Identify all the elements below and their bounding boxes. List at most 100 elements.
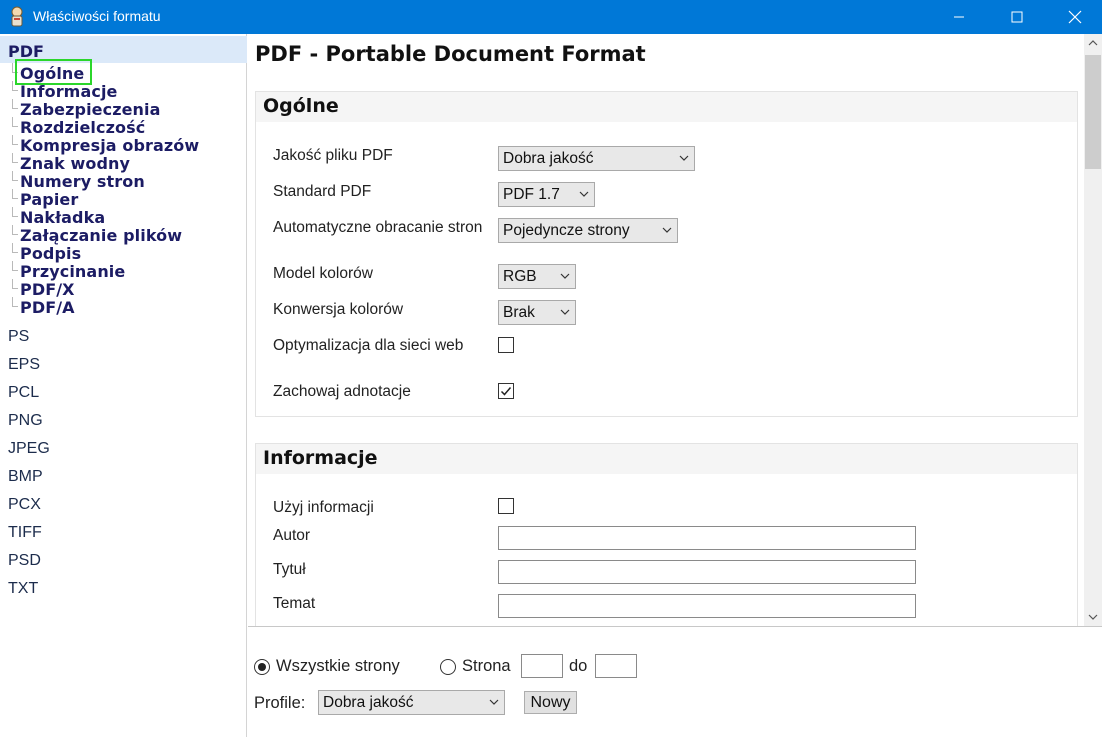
- use-info-checkbox[interactable]: [498, 498, 514, 514]
- chevron-down-icon: [578, 186, 590, 202]
- nav-item-numery-stron[interactable]: Numery stron: [20, 172, 145, 191]
- page-to-input[interactable]: [595, 654, 637, 678]
- settings-panel: PDF - Portable Document Format Ogólne Ja…: [248, 34, 1084, 626]
- format-sidebar: PDF Ogólne Informacje Zabezpieczenia Roz…: [0, 34, 247, 737]
- app-icon: [8, 6, 26, 28]
- chevron-down-icon: [488, 694, 500, 710]
- quality-label: Jakość pliku PDF: [273, 147, 393, 164]
- use-info-label: Użyj informacji: [273, 499, 374, 516]
- nav-item-pdf-a[interactable]: PDF/A: [20, 298, 75, 317]
- tree-connector: [12, 153, 18, 163]
- standard-select[interactable]: PDF 1.7: [498, 182, 595, 207]
- scroll-down-arrow-icon[interactable]: [1084, 608, 1102, 626]
- scrollbar-thumb[interactable]: [1085, 55, 1101, 169]
- author-input[interactable]: [498, 526, 916, 550]
- author-label: Autor: [273, 527, 311, 544]
- tree-connector: [12, 135, 18, 145]
- all-pages-label: Wszystkie strony: [276, 657, 400, 675]
- tree-connector: [12, 99, 18, 109]
- section-general-header: Ogólne: [256, 92, 1077, 122]
- title-bar: Właściwości formatu: [0, 0, 1102, 34]
- window-title: Właściwości formatu: [33, 8, 161, 24]
- tree-connector: [12, 279, 18, 289]
- page-range-panel: Wszystkie strony Strona do Profile: Dobr…: [248, 626, 1102, 737]
- maximize-button[interactable]: [988, 0, 1046, 34]
- nav-item-jpeg[interactable]: JPEG: [8, 440, 50, 458]
- nav-item-podpis[interactable]: Podpis: [20, 244, 81, 263]
- tree-connector: [12, 225, 18, 235]
- nav-item-nakladka[interactable]: Nakładka: [20, 208, 105, 227]
- tree-connector: [12, 207, 18, 217]
- nav-item-png[interactable]: PNG: [8, 412, 43, 430]
- quality-select[interactable]: Dobra jakość: [498, 146, 695, 171]
- color-conversion-value: Brak: [503, 304, 535, 321]
- keep-annotations-checkbox[interactable]: [498, 383, 514, 399]
- page-title: PDF - Portable Document Format: [255, 42, 646, 66]
- all-pages-radio[interactable]: [254, 659, 270, 675]
- web-optimization-label: Optymalizacja dla sieci web: [273, 337, 464, 354]
- color-model-label: Model kolorów: [273, 265, 373, 282]
- nav-item-pcl[interactable]: PCL: [8, 384, 39, 402]
- section-info-header: Informacje: [256, 444, 1077, 474]
- tree-connector: [12, 297, 18, 307]
- nav-item-ps[interactable]: PS: [8, 328, 29, 346]
- profile-label: Profile:: [254, 694, 306, 712]
- nav-item-rozdzielczosc[interactable]: Rozdzielczość: [20, 118, 145, 137]
- chevron-down-icon: [559, 304, 571, 320]
- nav-item-bmp[interactable]: BMP: [8, 468, 43, 486]
- tree-connector: [12, 117, 18, 127]
- section-info-title: Informacje: [263, 447, 378, 469]
- new-profile-button[interactable]: Nowy: [524, 691, 577, 714]
- checkmark-icon: [500, 387, 512, 396]
- tree-connector: [12, 261, 18, 271]
- nav-item-psd[interactable]: PSD: [8, 552, 41, 570]
- standard-value: PDF 1.7: [503, 186, 560, 203]
- color-conversion-label: Konwersja kolorów: [273, 301, 404, 318]
- color-conversion-select[interactable]: Brak: [498, 300, 576, 325]
- subject-label: Temat: [273, 595, 316, 612]
- nav-item-zalaczanie-plikow[interactable]: Załączanie plików: [20, 226, 182, 245]
- profile-value: Dobra jakość: [323, 694, 414, 711]
- radio-selected-dot: [258, 663, 266, 671]
- nav-item-znak-wodny[interactable]: Znak wodny: [20, 154, 130, 173]
- page-label: Strona: [462, 657, 511, 675]
- tree-connector: [12, 243, 18, 253]
- section-general-title: Ogólne: [263, 95, 339, 117]
- color-model-value: RGB: [503, 268, 537, 285]
- chevron-down-icon: [661, 222, 673, 238]
- subject-input[interactable]: [498, 594, 916, 618]
- tree-connector: [12, 171, 18, 181]
- rotate-select[interactable]: Pojedyncze strony: [498, 218, 678, 243]
- nav-item-zabezpieczenia[interactable]: Zabezpieczenia: [20, 100, 161, 119]
- color-model-select[interactable]: RGB: [498, 264, 576, 289]
- web-optimization-checkbox[interactable]: [498, 337, 514, 353]
- to-label: do: [569, 657, 588, 675]
- nav-item-papier[interactable]: Papier: [20, 190, 78, 209]
- close-button[interactable]: [1046, 0, 1102, 34]
- rotate-label: Automatyczne obracanie stron: [273, 219, 483, 236]
- profile-select[interactable]: Dobra jakość: [318, 690, 505, 715]
- vertical-scrollbar[interactable]: [1084, 34, 1102, 626]
- section-info: Informacje Użyj informacji Autor Tytuł T…: [255, 443, 1078, 626]
- minimize-button[interactable]: [930, 0, 988, 34]
- nav-item-pdf-x[interactable]: PDF/X: [20, 280, 75, 299]
- nav-item-kompresja-obrazow[interactable]: Kompresja obrazów: [20, 136, 199, 155]
- nav-item-pcx[interactable]: PCX: [8, 496, 41, 514]
- nav-item-przycinanie[interactable]: Przycinanie: [20, 262, 125, 281]
- chevron-down-icon: [559, 268, 571, 284]
- rotate-value: Pojedyncze strony: [503, 222, 630, 239]
- tree-connector: [12, 189, 18, 199]
- quality-value: Dobra jakość: [503, 150, 594, 167]
- page-radio[interactable]: [440, 659, 456, 675]
- nav-item-eps[interactable]: EPS: [8, 356, 40, 374]
- doc-title-input[interactable]: [498, 560, 916, 584]
- nav-item-txt[interactable]: TXT: [8, 580, 38, 598]
- section-general: Ogólne Jakość pliku PDF Dobra jakość Sta…: [255, 91, 1078, 417]
- scroll-up-arrow-icon[interactable]: [1084, 34, 1102, 52]
- chevron-down-icon: [678, 150, 690, 166]
- nav-item-tiff[interactable]: TIFF: [8, 524, 42, 542]
- page-from-input[interactable]: [521, 654, 563, 678]
- keep-annotations-label: Zachowaj adnotacje: [273, 383, 411, 400]
- selection-highlight: [15, 59, 92, 85]
- standard-label: Standard PDF: [273, 183, 372, 200]
